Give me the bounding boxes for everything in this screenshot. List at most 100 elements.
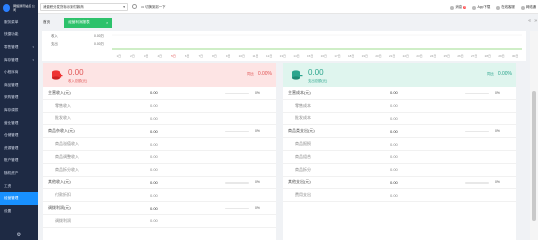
share-percent: 0%: [495, 90, 500, 95]
row-amount: 0.00: [390, 115, 398, 121]
sidebar-item[interactable]: 小程序商: [0, 66, 38, 79]
row-amount: 0.00: [150, 128, 158, 134]
expense-legend-value: 0.00万: [94, 42, 104, 46]
detail-row: 商品拆分收入 0.00: [43, 164, 276, 177]
detail-row: 商品调整收入 0.00: [43, 151, 276, 164]
row-label: 主营成本(元): [288, 89, 311, 95]
x-tick-label: 1日: [116, 54, 121, 58]
online-service-button[interactable]: 在线客服: [496, 4, 515, 10]
detail-row: 商品拆分 0.00: [283, 164, 516, 177]
income-yoy-value: 0.00%: [257, 71, 272, 77]
row-amount: 0.00: [390, 128, 398, 134]
sidebar-item[interactable]: 经营管理: [0, 192, 38, 205]
row-amount: 0.00: [150, 218, 158, 224]
sidebar-item[interactable]: 账户管理: [0, 155, 38, 168]
share-percent: 0%: [255, 180, 260, 185]
message-label: 消息: [455, 5, 463, 10]
switch-button[interactable]: ▭ 切换到另一下: [141, 4, 166, 10]
detail-row: 付款折扣 0.00: [43, 189, 276, 203]
row-amount: 0.00: [150, 115, 158, 121]
detail-row: 商品报损 0.00: [283, 138, 516, 151]
chevron-down-icon: ▾: [123, 4, 125, 9]
sidebar-item[interactable]: 营业管理: [0, 117, 38, 130]
row-amount: 0.00: [150, 103, 158, 109]
row-label: 其他收入(元): [48, 179, 71, 185]
gear-icon: [132, 4, 137, 9]
phone-icon: [472, 5, 477, 10]
x-tick-label: 28日: [485, 54, 491, 58]
database-minus-icon: [292, 70, 303, 80]
row-label: 零售成本: [295, 102, 311, 108]
x-tick-label: 25日: [444, 54, 450, 58]
expense-rows: 主营成本(元) 0.00 0% 零售成本 0.00 批发成本 0.00 商品类支出(元) 0.0…: [283, 87, 516, 203]
category-row: 商品类支出(元) 0.00 0%: [283, 125, 516, 139]
scrollbar-thumb[interactable]: [532, 91, 536, 221]
sidebar-item-label: 库存管理: [4, 57, 19, 62]
chevron-down-icon: ▾: [32, 58, 34, 63]
message-button[interactable]: 消息 3: [450, 4, 467, 10]
org-select[interactable]: 消费积分发货标示到付款商 ▾: [40, 2, 128, 11]
user-name: 网络通: [525, 5, 536, 10]
row-amount: 0.00: [390, 192, 398, 198]
sidebar-item[interactable]: 零售管理 ▾: [0, 41, 38, 54]
tab-profit-report[interactable]: 经营利润报表 ×: [64, 17, 113, 28]
sidebar-item[interactable]: 库存管理 ▾: [0, 54, 38, 67]
close-icon[interactable]: ×: [106, 21, 108, 25]
sidebar-item[interactable]: 服务菜单: [0, 16, 38, 29]
tab-home[interactable]: 首页: [38, 18, 55, 28]
sidebar-item-label: 采购管理: [4, 95, 19, 100]
chevron-right-icon[interactable]: »: [534, 18, 537, 24]
sidebar-item[interactable]: 库存调拨: [0, 104, 38, 117]
row-label: 商品类支出(元): [288, 128, 315, 134]
main-content: 收入 0.00万 支出 0.00万 1日 2日 3日 4日 5日 6日 7日 8日 9日 10日 1…: [38, 31, 530, 240]
expense-panel: 0.00 支出总额(元) 同比 0.00% 主营成本(元) 0.00 0% 零售成本 0…: [283, 63, 516, 240]
x-tick-label: 15日: [307, 54, 313, 58]
trend-chart: 收入 0.00万 支出 0.00万 1日 2日 3日 4日 5日 6日 7日 8日 9日 10日 1…: [42, 31, 526, 61]
detail-row: 调拨利润 0.00: [43, 215, 276, 228]
chevron-left-icon[interactable]: «: [528, 18, 531, 24]
page-scrollbar[interactable]: [530, 31, 538, 240]
sidebar-item[interactable]: 资源管理: [0, 142, 38, 155]
sidebar-item-label: 服务菜单: [4, 19, 19, 24]
x-tick-label: 24日: [430, 54, 436, 58]
x-tick-label: 20日: [375, 54, 381, 58]
app-download-button[interactable]: App下载: [472, 4, 490, 10]
sidebar-item-label: 仓储管理: [4, 133, 19, 138]
top-right-actions: 消息 3 App下载 在线客服 网络通: [450, 0, 536, 14]
x-tick-label: 6日: [185, 54, 190, 58]
row-label: 商品拆分收入: [55, 166, 79, 172]
income-total-label: 收入总额(元): [68, 79, 88, 83]
detail-row: 商品溢值收入 0.00: [43, 138, 276, 151]
row-amount: 0.00: [390, 167, 398, 173]
x-tick-label: 21日: [389, 54, 395, 58]
row-label: 批发收入: [55, 115, 71, 121]
settings-button[interactable]: [132, 4, 137, 9]
gear-icon[interactable]: ⚙: [0, 230, 38, 240]
income-summary: 0.00 收入总额(元) 同比 0.00%: [43, 63, 276, 87]
sidebar-item-label: 随机资产: [4, 170, 19, 175]
category-row: 调拨利润(元) 0.00 0%: [43, 202, 276, 215]
share-percent: 0%: [255, 90, 260, 95]
database-plus-icon: [52, 70, 63, 80]
income-legend-label: 收入: [51, 34, 58, 38]
sidebar-item[interactable]: 设置: [0, 205, 38, 218]
x-tick-label: 30日: [512, 54, 518, 58]
tab-profit-report-label: 经营利润报表: [68, 20, 90, 24]
row-label: 商品溢值收入: [55, 141, 79, 147]
row-label: 批发成本: [295, 115, 311, 121]
category-row: 其他支出(元) 0.00 0%: [283, 177, 516, 190]
sidebar-item[interactable]: 商品管理: [0, 79, 38, 92]
sidebar-item[interactable]: 工资: [0, 180, 38, 193]
sidebar-item[interactable]: 快捷功能: [0, 29, 38, 42]
detail-row: 零售成本 0.00: [283, 100, 516, 113]
sidebar-item[interactable]: 仓储管理: [0, 129, 38, 142]
online-service-label: 在线客服: [501, 5, 515, 10]
sidebar-item-label: 设置: [4, 208, 12, 213]
user-menu[interactable]: 网络通: [520, 4, 536, 10]
sidebar-item-label: 零售管理: [4, 44, 19, 49]
sidebar-item[interactable]: 采购管理: [0, 92, 38, 105]
x-tick-label: 12日: [266, 54, 272, 58]
sidebar-item[interactable]: 随机资产: [0, 167, 38, 180]
share-progress-bar: [465, 130, 489, 133]
category-row: 主营收入(元) 0.00 0%: [43, 87, 276, 100]
